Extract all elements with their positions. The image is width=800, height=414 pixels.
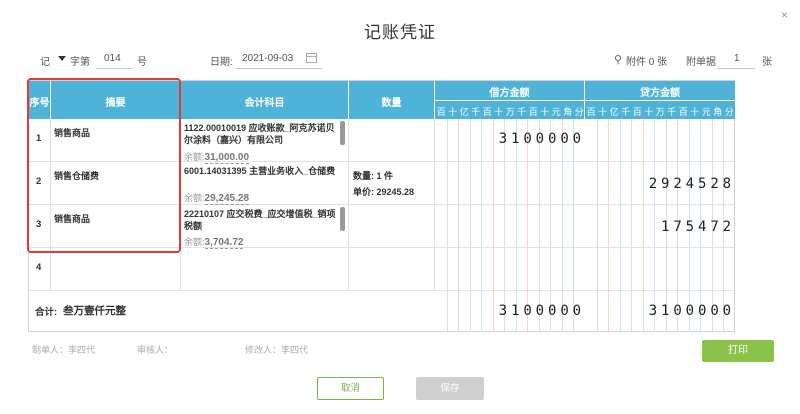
docs-count-input[interactable]: 1 — [734, 53, 740, 64]
paperclip-icon[interactable]: ⚲ — [614, 53, 622, 66]
credit-amount[interactable]: 2924528 — [585, 176, 735, 192]
scrollbar[interactable] — [340, 207, 345, 231]
auditor-label: 审核人： — [137, 345, 174, 355]
account-cell[interactable]: 1122.00010019 应收账款_阿克苏诺贝尔涂料（嘉兴）有限公司 余额:3… — [181, 119, 349, 164]
chevron-down-icon[interactable] — [58, 56, 66, 61]
total-label: 合计: — [35, 307, 58, 318]
save-button[interactable]: 保存 — [416, 377, 484, 400]
table-row[interactable]: 4 — [29, 248, 734, 291]
voucher-dialog: 记账凭证 × 记 字第 014 号 日期: 2021-09-03 ⚲ 附件 0 … — [0, 0, 800, 414]
modifier-label: 修改人：李四代 — [245, 345, 309, 355]
debit-amount[interactable]: 3100000 — [435, 131, 585, 147]
header-debit: 借方金额 百十亿千百十万千百十元角分 — [435, 81, 585, 119]
credit-total: 3100000 — [648, 303, 735, 319]
voucher-info-bar: 记 字第 014 号 日期: 2021-09-03 ⚲ 附件 0 张 附单据 1… — [40, 50, 780, 70]
summary-highlight-box — [27, 78, 181, 253]
total-row: 合计: 叁万壹仟元整 3100000 3100000 — [29, 291, 734, 331]
calendar-icon[interactable] — [306, 53, 317, 63]
header-credit: 贷方金额 百十亿千百十万千百十元角分 — [585, 81, 735, 119]
attachment-count[interactable]: 附件 0 张 — [626, 53, 667, 68]
total-in-words: 叁万壹仟元整 — [63, 305, 126, 317]
account-cell[interactable]: 6001.14031395 主营业务收入_仓储费 余额:29,245.28 — [181, 162, 349, 205]
date-label: 日期: — [210, 57, 233, 68]
debit-total: 3100000 — [498, 303, 585, 319]
credit-amount[interactable]: 175472 — [585, 219, 735, 235]
close-icon[interactable]: × — [781, 8, 788, 22]
header-account: 会计科目 — [181, 81, 349, 119]
hao-label: 号 — [137, 57, 147, 68]
voucher-number-input[interactable]: 014 — [104, 53, 121, 64]
zi-label: 字第 — [70, 57, 90, 68]
dialog-title: 记账凭证 — [364, 23, 436, 42]
digit-place-label: 分 — [574, 107, 584, 117]
print-button[interactable]: 打印 — [702, 340, 774, 362]
cancel-button[interactable]: 取消 — [317, 377, 384, 400]
digit-place-label: 分 — [724, 107, 734, 117]
docs-label: 附单据 — [686, 57, 716, 68]
voucher-word-select[interactable]: 记 — [40, 53, 50, 68]
docs-unit: 张 — [762, 57, 772, 68]
scrollbar[interactable] — [340, 121, 345, 145]
date-input[interactable]: 2021-09-03 — [242, 53, 293, 64]
header-quantity: 数量 — [349, 81, 435, 119]
maker-label: 制单人：李四代 — [32, 345, 96, 355]
quantity-cell[interactable]: 数量: 1 件 单价: 29245.28 — [349, 162, 435, 204]
account-cell[interactable]: 22210107 应交税费_应交增值税_销项税额 余额:3,704.72 — [181, 205, 349, 249]
